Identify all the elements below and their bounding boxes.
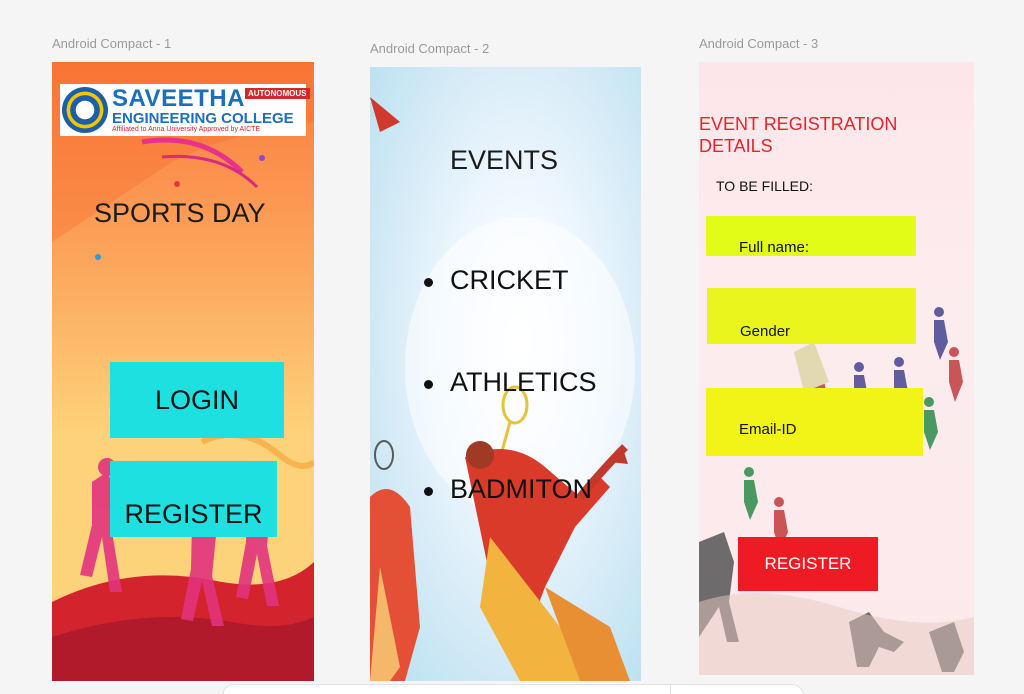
full-name-field[interactable]: Full name:	[706, 216, 916, 256]
logo-autonomous-badge: AUTONOMOUS	[245, 88, 310, 99]
android-frame-2[interactable]: EVENTS CRICKET ATHLETICS BADMITON	[370, 67, 641, 681]
bullet-icon	[424, 380, 433, 389]
college-logo: SAVEETHA AUTONOMOUS ENGINEERING COLLEGE …	[60, 84, 310, 136]
email-field[interactable]: Email-ID	[706, 388, 923, 456]
event-badminton[interactable]: BADMITON	[450, 474, 592, 505]
login-button[interactable]: LOGIN	[110, 362, 284, 438]
frame-label-3[interactable]: Android Compact - 3	[699, 36, 818, 51]
frame-label-2[interactable]: Android Compact - 2	[370, 41, 489, 56]
registration-subheading: TO BE FILLED:	[716, 178, 813, 194]
register-submit-button[interactable]: REGISTER	[738, 537, 878, 591]
logo-affiliation-text: Affiliated to Anna University Approved b…	[112, 126, 261, 133]
bottom-toolbar	[222, 684, 804, 694]
events-title: EVENTS	[450, 145, 559, 175]
android-frame-1[interactable]: SAVEETHA AUTONOMOUS ENGINEERING COLLEGE …	[52, 62, 314, 681]
registration-heading: EVENT REGISTRATION DETAILS	[699, 114, 898, 156]
register-button[interactable]: REGISTER	[110, 461, 277, 537]
android-frame-3[interactable]: EVENT REGISTRATION DETAILS TO BE FILLED:…	[699, 62, 974, 675]
logo-name: SAVEETHA	[112, 85, 245, 112]
toolbar-divider	[670, 685, 671, 694]
college-emblem-icon	[62, 87, 108, 133]
bullet-icon	[424, 487, 433, 496]
frame-label-1[interactable]: Android Compact - 1	[52, 36, 171, 51]
bullet-icon	[424, 278, 433, 287]
page-title: SPORTS DAY	[94, 198, 266, 228]
event-athletics[interactable]: ATHLETICS	[450, 367, 597, 398]
gender-field[interactable]: Gender	[707, 288, 916, 344]
event-cricket[interactable]: CRICKET	[450, 265, 569, 296]
logo-college-text: ENGINEERING COLLEGE	[112, 110, 294, 127]
